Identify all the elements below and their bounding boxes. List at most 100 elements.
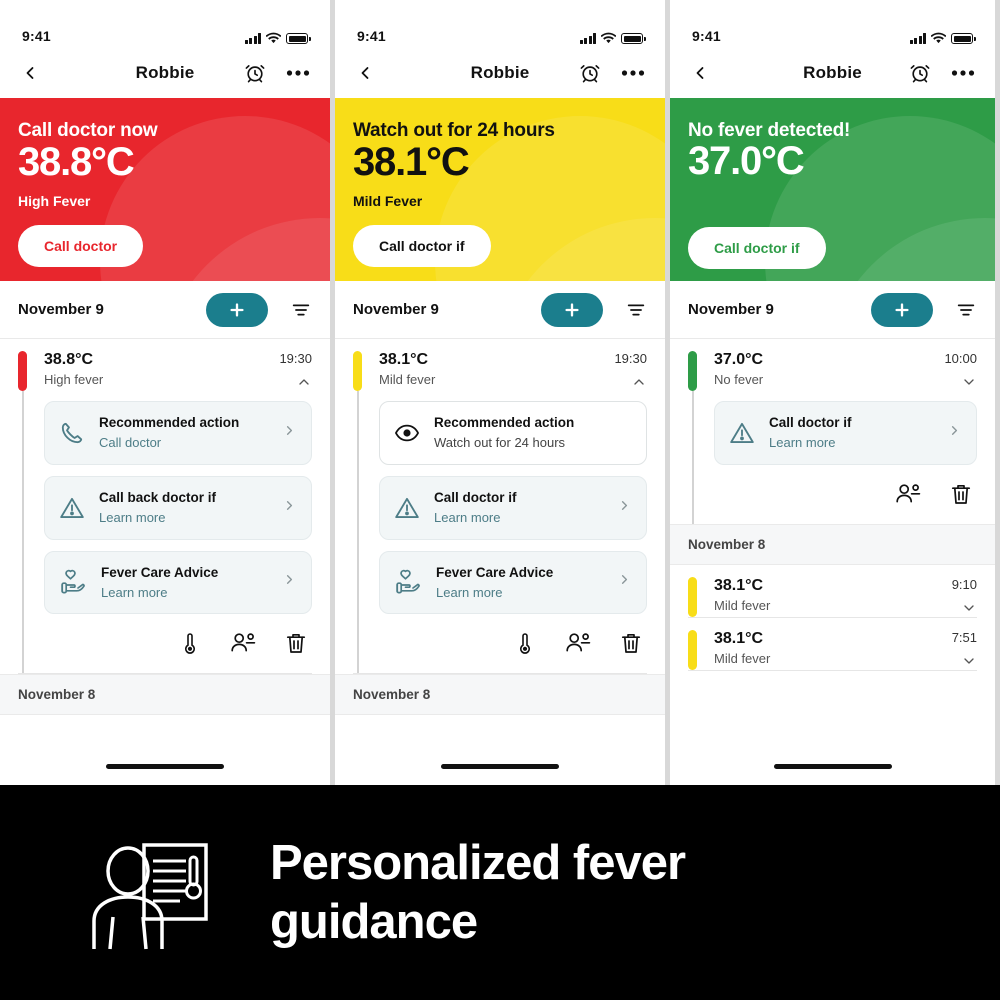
- back-button[interactable]: [20, 63, 40, 83]
- banner-action-button[interactable]: Call doctor if: [688, 227, 826, 269]
- timeline-rail: [688, 391, 697, 524]
- warning-triangle-icon: [729, 420, 755, 446]
- reading-time: 19:30: [279, 351, 312, 366]
- back-button[interactable]: [355, 63, 375, 83]
- banner-temperature: 37.0°C: [688, 139, 805, 183]
- status-bar-time: 9:41: [357, 28, 386, 44]
- advice-card-title: Recommended action: [434, 415, 575, 430]
- share-user-icon[interactable]: [895, 482, 921, 506]
- chevron-down-icon[interactable]: [952, 600, 977, 616]
- fever-status-banner: Call doctor now 38.8°C High Fever Call d…: [0, 98, 330, 281]
- reading-row[interactable]: 38.8°C High fever 19:30: [0, 339, 330, 391]
- fever-status-banner: No fever detected! 37.0°C Call doctor if: [670, 98, 995, 281]
- alarm-clock-icon[interactable]: [579, 62, 601, 84]
- chevron-right-icon[interactable]: [282, 498, 297, 518]
- home-indicator: [335, 747, 665, 785]
- home-indicator: [0, 747, 330, 785]
- advice-card[interactable]: Fever Care Advice Learn more: [44, 550, 312, 615]
- chevron-right-icon[interactable]: [947, 423, 962, 443]
- chevron-up-icon[interactable]: [279, 374, 312, 390]
- banner-decoration-circle-2: [160, 218, 330, 281]
- battery-icon: [286, 33, 311, 44]
- advice-card[interactable]: Fever Care Advice Learn more: [379, 550, 647, 615]
- chevron-right-icon[interactable]: [617, 572, 632, 592]
- banner-subtitle: High Fever: [18, 193, 91, 209]
- chevron-right-icon[interactable]: [617, 498, 632, 518]
- reading-row-previous[interactable]: 38.1°C Mild fever 9:10: [670, 565, 995, 617]
- nav-bar: Robbie: [335, 48, 665, 98]
- warning-triangle-icon: [59, 495, 85, 521]
- reading-row[interactable]: 37.0°C No fever 10:00: [670, 339, 995, 391]
- add-reading-button[interactable]: [871, 292, 933, 327]
- filter-button[interactable]: [625, 299, 647, 321]
- battery-icon: [951, 33, 976, 44]
- reading-actions: [714, 476, 977, 520]
- filter-button[interactable]: [290, 299, 312, 321]
- advice-card-title: Call doctor if: [434, 489, 517, 505]
- wifi-icon: [931, 32, 946, 44]
- row-separator: [688, 669, 977, 671]
- battery-icon: [621, 33, 646, 44]
- status-bar-time: 9:41: [22, 28, 51, 44]
- trash-icon[interactable]: [284, 631, 308, 655]
- reading-state: Mild fever: [714, 650, 771, 666]
- reading-row[interactable]: 38.1°C Mild fever 19:30: [335, 339, 665, 391]
- banner-title: Watch out for 24 hours: [353, 120, 555, 141]
- nav-bar: Robbie: [670, 48, 995, 98]
- advice-card[interactable]: Call doctor if Learn more: [714, 401, 977, 465]
- more-options-icon[interactable]: [951, 69, 975, 77]
- chevron-down-icon[interactable]: [952, 653, 977, 669]
- alarm-clock-icon[interactable]: [244, 62, 266, 84]
- advice-card-title: Fever Care Advice: [436, 564, 554, 580]
- heart-hand-icon: [59, 568, 87, 596]
- reading-row-previous[interactable]: 38.1°C Mild fever 7:51: [670, 618, 995, 670]
- day-label: November 9: [18, 301, 104, 318]
- banner-action-button[interactable]: Call doctor: [18, 225, 144, 267]
- share-user-icon[interactable]: [565, 631, 591, 655]
- warning-triangle-icon: [394, 495, 420, 521]
- more-options-icon[interactable]: [621, 69, 645, 77]
- severity-bar: [688, 351, 697, 391]
- reading-state: Mild fever: [714, 597, 771, 613]
- trash-icon[interactable]: [619, 631, 643, 655]
- banner-action-button[interactable]: Call doctor if: [353, 225, 491, 267]
- advice-card[interactable]: Recommended action Watch out for 24 hour…: [379, 401, 647, 465]
- day-divider: November 8: [0, 674, 330, 716]
- advice-card-title: Recommended action: [99, 415, 240, 430]
- advice-card-title: Call back doctor if: [99, 489, 217, 505]
- timeline-rail: [18, 391, 27, 674]
- advice-card[interactable]: Recommended action Call doctor: [44, 401, 312, 465]
- chevron-down-icon[interactable]: [944, 374, 977, 390]
- chevron-up-icon[interactable]: [614, 374, 647, 390]
- day-toolbar: November 9: [670, 281, 995, 339]
- thermometer-icon[interactable]: [178, 631, 202, 655]
- reading-temperature: 38.1°C: [714, 629, 764, 647]
- reading-actions: [379, 625, 647, 669]
- severity-bar: [18, 351, 27, 391]
- chevron-right-icon[interactable]: [282, 572, 297, 592]
- share-user-icon[interactable]: [230, 631, 256, 655]
- advice-card[interactable]: Call back doctor if Learn more: [44, 475, 312, 540]
- banner-subtitle: Mild Fever: [353, 193, 423, 209]
- timeline-rail: [353, 391, 362, 674]
- home-indicator: [670, 747, 995, 785]
- trash-icon[interactable]: [949, 482, 973, 506]
- chevron-right-icon[interactable]: [282, 423, 297, 443]
- add-reading-button[interactable]: [541, 292, 603, 327]
- more-options-icon[interactable]: [286, 69, 310, 77]
- filter-button[interactable]: [955, 299, 977, 321]
- day-label: November 9: [688, 301, 774, 318]
- banner-title: Call doctor now: [18, 120, 158, 141]
- day-divider: November 8: [335, 674, 665, 716]
- advice-card-subtitle: Call doctor: [99, 435, 162, 451]
- status-bar: 9:41: [670, 0, 995, 48]
- advice-card[interactable]: Call doctor if Learn more: [379, 475, 647, 540]
- advice-card-subtitle: Learn more: [769, 435, 836, 451]
- thermometer-icon[interactable]: [513, 631, 537, 655]
- add-reading-button[interactable]: [206, 292, 268, 327]
- phone-screen-mild-fever: 9:41 Robbie Watch out for 24 hours 38.1°…: [335, 0, 665, 785]
- banner-decoration-circle-2: [825, 218, 995, 281]
- back-button[interactable]: [690, 63, 710, 83]
- alarm-clock-icon[interactable]: [909, 62, 931, 84]
- cellular-signal-icon: [244, 33, 261, 44]
